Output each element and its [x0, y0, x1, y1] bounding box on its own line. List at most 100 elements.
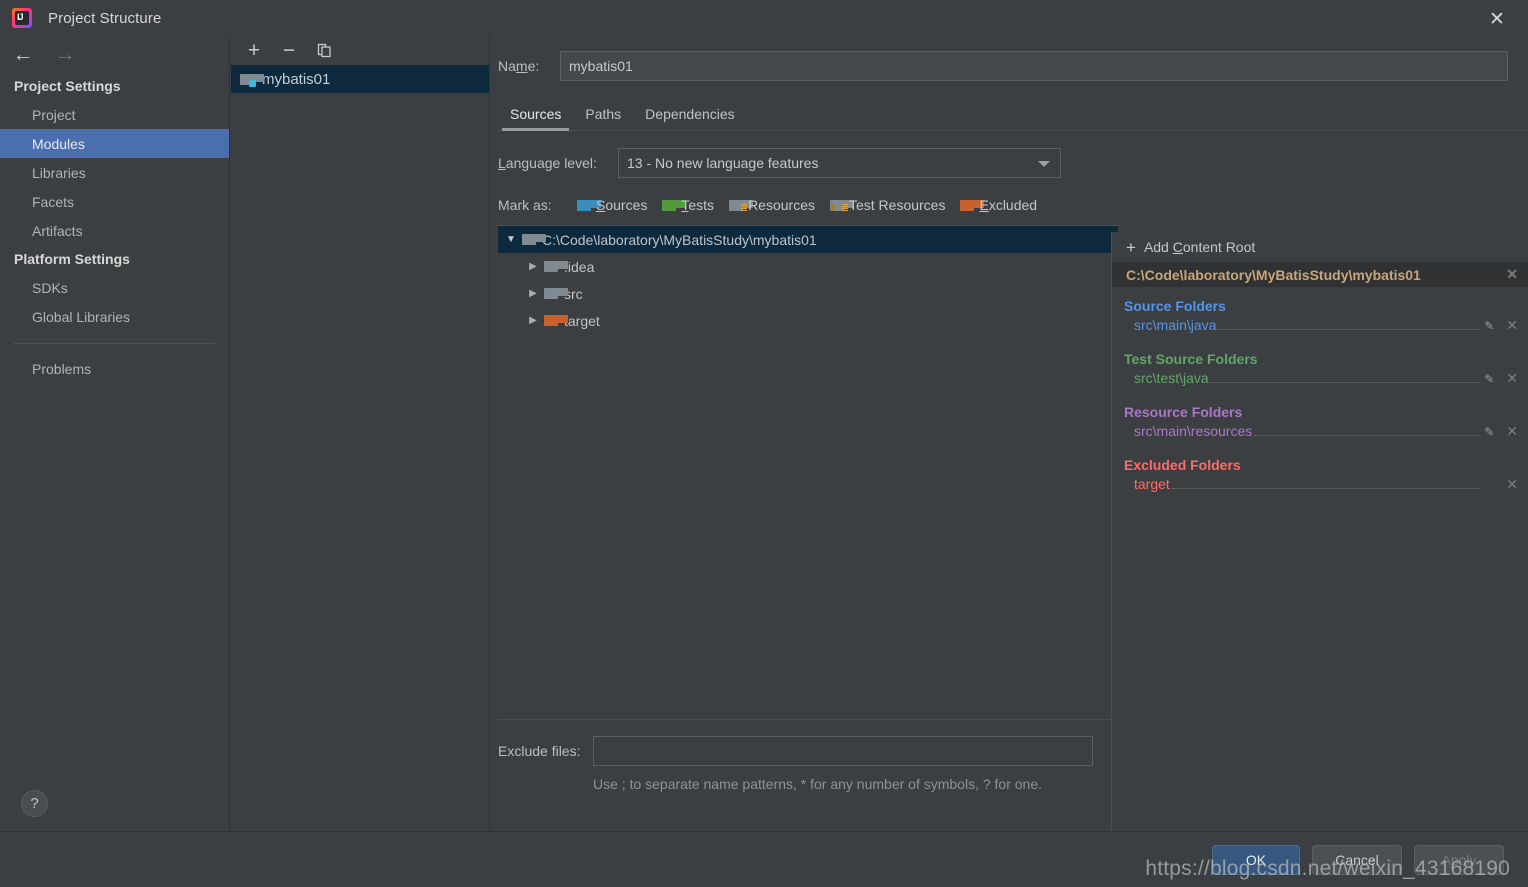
modules-list-pane: + − mybatis01	[231, 36, 490, 831]
folder-icon	[544, 315, 568, 326]
remove-folder-icon[interactable]: ✕	[1506, 476, 1518, 493]
excluded-folder-entry[interactable]: target ✕	[1112, 476, 1528, 499]
apply-button[interactable]: Apply	[1414, 845, 1504, 875]
editor-tabs: Sources Paths Dependencies	[498, 97, 1528, 131]
sidebar-divider	[14, 343, 215, 344]
mark-as-tests-button[interactable]: Tests	[662, 197, 714, 213]
test-resources-folder-icon	[829, 199, 854, 212]
resource-folder-path: src\main\resources	[1134, 423, 1253, 439]
cancel-button[interactable]: Cancel	[1312, 845, 1402, 875]
module-list-item[interactable]: mybatis01	[231, 65, 489, 93]
language-level-select[interactable]: 13 - No new language features	[618, 148, 1061, 178]
sidebar-item-global-libraries[interactable]: Global Libraries	[0, 302, 229, 331]
sidebar-item-sdks[interactable]: SDKs	[0, 273, 229, 302]
excluded-folder-path: target	[1134, 476, 1170, 492]
add-module-button[interactable]: +	[241, 39, 267, 63]
test-source-folder-path: src\test\java	[1134, 370, 1209, 386]
mark-as-excluded-label: Excluded	[979, 197, 1038, 213]
project-structure-dialog: IJ Project Structure ✕ ← → Project Setti…	[0, 0, 1528, 887]
module-name-row: Name:	[498, 51, 1508, 81]
dialog-buttons: OK Cancel Apply	[1212, 845, 1504, 875]
copy-module-button[interactable]	[311, 39, 337, 63]
excluded-folder-icon	[960, 199, 985, 211]
intellij-logo-icon: IJ	[12, 8, 32, 28]
add-content-root-button[interactable]: + Add Content Root	[1112, 232, 1528, 262]
sidebar-item-libraries[interactable]: Libraries	[0, 158, 229, 187]
logo-text: IJ	[17, 12, 23, 22]
ok-button[interactable]: OK	[1212, 845, 1300, 875]
exclude-files-input[interactable]	[593, 736, 1093, 766]
sidebar-item-modules[interactable]: Modules	[0, 129, 229, 158]
module-name-input[interactable]	[560, 51, 1508, 81]
add-content-root-label: Add Content Root	[1143, 239, 1256, 255]
sidebar-group-platform-settings: Platform Settings	[14, 251, 130, 267]
remove-content-root-icon[interactable]: ✕	[1506, 266, 1518, 283]
excluded-folders-title: Excluded Folders	[1124, 457, 1241, 473]
tree-row[interactable]: ▶ .idea	[498, 253, 1118, 280]
remove-folder-icon[interactable]: ✕	[1506, 370, 1518, 387]
sources-folder-icon	[577, 199, 601, 211]
window-title: Project Structure	[48, 9, 162, 27]
test-source-folder-entry[interactable]: src\test\java ✎ ✕	[1112, 370, 1528, 393]
forward-arrow-icon[interactable]: →	[52, 42, 78, 66]
tree-row[interactable]: ▼ C:\Code\laboratory\MyBatisStudy\mybati…	[498, 226, 1118, 253]
content-roots-panel: + Add Content Root C:\Code\laboratory\My…	[1111, 232, 1528, 831]
module-folder-icon	[240, 73, 264, 87]
tree-row[interactable]: ▶ src	[498, 280, 1118, 307]
expand-triangle-icon[interactable]: ▶	[522, 315, 544, 326]
edit-pencil-icon[interactable]: ✎	[1484, 425, 1498, 439]
sidebar-item-project[interactable]: Project	[0, 100, 229, 129]
modules-toolbar: + −	[231, 36, 489, 65]
sidebar-group-project-settings: Project Settings	[14, 78, 121, 94]
plus-icon: +	[247, 39, 261, 62]
edit-pencil-icon[interactable]: ✎	[1484, 319, 1498, 333]
tests-folder-icon	[662, 199, 687, 211]
test-source-folders-title: Test Source Folders	[1124, 351, 1258, 367]
content-root-tree: ▼ C:\Code\laboratory\MyBatisStudy\mybati…	[498, 225, 1118, 720]
sidebar-item-problems[interactable]: Problems	[0, 354, 229, 383]
mark-as-resources-label: Resources	[748, 197, 815, 213]
language-level-row: Language level: 13 - No new language fea…	[498, 148, 1528, 178]
name-label: Name:	[498, 58, 540, 74]
expand-triangle-icon[interactable]: ▶	[522, 261, 544, 272]
source-folder-entry[interactable]: src\main\java ✎ ✕	[1112, 317, 1528, 340]
plus-icon: +	[1126, 237, 1136, 257]
expand-triangle-icon[interactable]: ▼	[500, 234, 522, 245]
content-root-path: C:\Code\laboratory\MyBatisStudy\mybatis0…	[1126, 266, 1421, 283]
dotted-leader	[1171, 488, 1481, 489]
help-button[interactable]: ?	[21, 790, 48, 817]
expand-triangle-icon[interactable]: ▶	[522, 288, 544, 299]
resources-folder-icon	[729, 199, 754, 212]
folder-icon	[544, 288, 568, 299]
dotted-leader	[1210, 382, 1481, 383]
close-icon[interactable]: ✕	[1484, 6, 1510, 32]
back-arrow-icon[interactable]: ←	[10, 42, 36, 66]
settings-sidebar: ← → Project Settings Project Modules Lib…	[0, 36, 230, 831]
sidebar-nav-arrows: ← →	[0, 36, 229, 72]
remove-module-button[interactable]: −	[276, 39, 302, 63]
resource-folder-entry[interactable]: src\main\resources ✎ ✕	[1112, 423, 1528, 446]
mark-as-sources-label: Sources	[596, 197, 648, 213]
edit-pencil-icon[interactable]: ✎	[1484, 372, 1498, 386]
mark-as-excluded-button[interactable]: Excluded	[960, 197, 1037, 213]
mark-as-label: Mark as:	[498, 197, 552, 213]
tree-row-label: C:\Code\laboratory\MyBatisStudy\mybatis0…	[542, 231, 817, 248]
source-folder-path: src\main\java	[1134, 317, 1217, 333]
folder-icon	[544, 261, 568, 272]
tab-paths[interactable]: Paths	[573, 106, 633, 130]
mark-as-sources-button[interactable]: Sources	[577, 197, 647, 213]
minus-icon: −	[282, 39, 296, 62]
sidebar-item-facets[interactable]: Facets	[0, 187, 229, 216]
mark-as-resources-button[interactable]: Resources	[729, 197, 815, 213]
mark-as-tests-label: Tests	[681, 197, 715, 213]
title-bar: IJ Project Structure ✕	[0, 0, 1528, 36]
remove-folder-icon[interactable]: ✕	[1506, 423, 1518, 440]
mark-as-test-resources-button[interactable]: Test Resources	[829, 197, 945, 213]
dotted-leader	[1218, 329, 1481, 330]
tree-row[interactable]: ▶ target	[498, 307, 1118, 334]
tab-sources[interactable]: Sources	[498, 106, 573, 131]
content-root-header: C:\Code\laboratory\MyBatisStudy\mybatis0…	[1112, 262, 1528, 287]
tab-dependencies[interactable]: Dependencies	[633, 106, 747, 130]
remove-folder-icon[interactable]: ✕	[1506, 317, 1518, 334]
sidebar-item-artifacts[interactable]: Artifacts	[0, 216, 229, 245]
